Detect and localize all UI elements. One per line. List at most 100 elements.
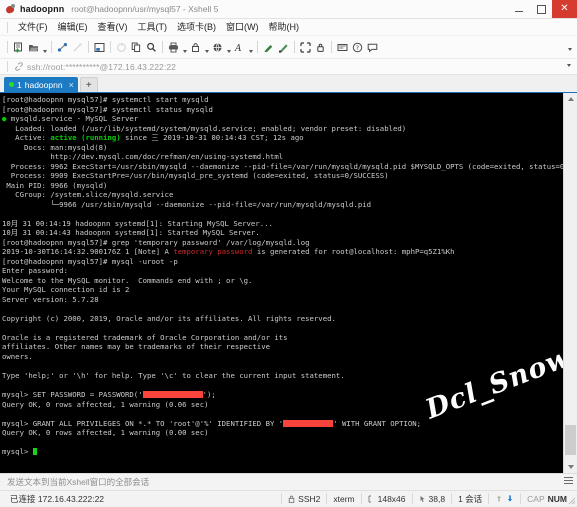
compose-bar-icon[interactable] <box>335 39 350 55</box>
toolbar-separator-4 <box>162 41 163 53</box>
scrollbar-thumb[interactable] <box>565 425 576 455</box>
terminal-text: Query OK, 0 rows affected, 1 warning (0.… <box>2 399 209 409</box>
menu-edit[interactable]: 编辑(E) <box>53 20 93 34</box>
global-icon[interactable] <box>210 39 225 55</box>
font-dropdown-icon[interactable] <box>247 37 254 57</box>
help-icon[interactable]: ? <box>350 39 365 55</box>
address-bar[interactable]: ssh://root:**********@172.16.43.222:22 <box>0 59 577 75</box>
terminal-line: 10月 31 00:14:19 hadoopnn systemd[1]: Sta… <box>2 219 563 229</box>
tab-label: hadoopnn <box>24 79 63 90</box>
terminal-text: 2019-10-30T16:14:32.900176Z 1 [Note] A <box>2 247 174 257</box>
menu-tools[interactable]: 工具(T) <box>133 20 173 34</box>
maximize-button[interactable] <box>530 0 552 18</box>
terminal-text: Copyright (c) 2000, 2019, Oracle and/or … <box>2 313 336 323</box>
print-icon[interactable] <box>166 39 181 55</box>
resize-grip[interactable] <box>568 497 576 505</box>
menu-tab[interactable]: 选项卡(B) <box>172 20 221 34</box>
terminal-text: '); <box>202 389 216 399</box>
terminal-text: Process: 9962 ExecStart=/usr/sbin/mysqld… <box>2 161 563 171</box>
terminal-text: Enter password: <box>2 266 68 276</box>
disconnect-icon <box>70 39 85 55</box>
terminal-text: Process: 9909 ExecStartPre=/usr/bin/mysq… <box>2 171 389 181</box>
svg-text:A: A <box>234 44 242 53</box>
secure-icon[interactable] <box>313 39 328 55</box>
toolbar-separator-6 <box>294 41 295 53</box>
toolbar-grip <box>7 41 8 53</box>
status-connection: 已连接 172.16.43.222:22 <box>10 493 105 504</box>
status-size: 148x46 <box>360 493 412 504</box>
menu-help[interactable]: 帮助(H) <box>264 20 305 34</box>
tab-close-icon[interactable]: × <box>69 80 74 90</box>
font-icon[interactable]: A <box>232 39 247 55</box>
menu-file[interactable]: 文件(F) <box>13 20 53 34</box>
toolbar-separator-2 <box>88 41 89 53</box>
address-input[interactable]: ssh://root:**********@172.16.43.222:22 <box>27 62 176 72</box>
status-sessions: 1 会话 <box>451 493 488 504</box>
find-icon[interactable] <box>144 39 159 55</box>
new-tab-button[interactable]: + <box>79 77 98 92</box>
open-folder-icon[interactable] <box>26 39 41 55</box>
fullscreen-icon[interactable] <box>298 39 313 55</box>
chat-icon[interactable] <box>365 39 380 55</box>
scrollbar-track[interactable] <box>564 105 577 461</box>
status-cursor-position: 38,8 <box>411 493 452 504</box>
status-cap-label: CAP <box>527 493 545 504</box>
terminal-text: CGroup: /system.slice/mysqld.service <box>2 190 174 200</box>
terminal-line: owners. <box>2 352 563 362</box>
menu-window[interactable]: 窗口(W) <box>221 20 264 34</box>
menu-view[interactable]: 查看(V) <box>93 20 133 34</box>
status-size-label: 148x46 <box>377 493 406 504</box>
terminal-line: Enter password: <box>2 266 563 276</box>
scroll-up-button[interactable] <box>564 93 577 105</box>
terminal-line: Your MySQL connection id is 2 <box>2 285 563 295</box>
reconnect-icon <box>114 39 129 55</box>
terminal-line: Server version: 5.7.28 <box>2 295 563 305</box>
redacted-password <box>283 419 334 427</box>
minimize-button[interactable] <box>508 0 530 18</box>
lock-screen-icon[interactable] <box>188 39 203 55</box>
terminal-line: Welcome to the MySQL monitor. Commands e… <box>2 276 563 286</box>
status-num-label: NUM <box>547 493 567 504</box>
window-app-name: hadoopnn <box>20 4 65 14</box>
window-controls: ✕ <box>508 0 577 18</box>
terminal-text: └─9966 /usr/sbin/mysqld --daemonize --pi… <box>2 199 372 209</box>
terminal-text: ● <box>2 114 11 124</box>
terminal-text: Docs: man:mysqld(8) <box>2 142 108 152</box>
tab-hadoopnn[interactable]: 1 hadoopnn × <box>4 77 78 92</box>
status-cap-indicator: CAP NUM <box>520 493 573 504</box>
copy-icon[interactable] <box>129 39 144 55</box>
link-icon <box>14 62 23 72</box>
terminal-text: Oracle is a registered trademark of Orac… <box>2 332 288 342</box>
terminal-line: http://dev.mysql.com/doc/refman/en/using… <box>2 152 563 162</box>
new-session-icon[interactable] <box>11 39 26 55</box>
svg-text:?: ? <box>356 44 359 52</box>
compose-input[interactable]: 发送文本到当前Xshell窗口的全部会话 <box>7 476 149 488</box>
terminal-output[interactable]: [root@hadoopnn mysql57]# systemctl start… <box>0 93 563 473</box>
compose-menu-icon[interactable] <box>564 477 573 486</box>
global-dropdown-icon[interactable] <box>225 37 232 57</box>
scroll-down-button[interactable] <box>564 461 577 473</box>
terminal-text: 10月 31 00:14:43 hadoopnn systemd[1]: Sta… <box>2 228 260 238</box>
print-dropdown-icon[interactable] <box>181 37 188 57</box>
terminal-line: mysql> <box>2 447 563 457</box>
terminal-scrollbar[interactable] <box>563 93 577 473</box>
close-icon: ✕ <box>560 3 569 14</box>
transfer-file-icon[interactable] <box>55 39 70 55</box>
open-folder-dropdown-icon[interactable] <box>41 37 48 57</box>
terminal-line: Process: 9962 ExecStart=/usr/sbin/mysqld… <box>2 162 563 172</box>
terminal-text: Type 'help;' or '\h' for help. Type '\c'… <box>2 370 345 380</box>
lock-icon <box>288 495 295 503</box>
address-dropdown-icon[interactable] <box>565 51 572 71</box>
terminal-line: Oracle is a registered trademark of Orac… <box>2 333 563 343</box>
session-manager-icon[interactable] <box>92 39 107 55</box>
compose-bar[interactable]: 发送文本到当前Xshell窗口的全部会话 <box>0 473 577 495</box>
terminal-line: Docs: man:mysqld(8) <box>2 143 563 153</box>
close-button[interactable]: ✕ <box>552 0 577 18</box>
terminal-line: Type 'help;' or '\h' for help. Type '\c'… <box>2 371 563 381</box>
highlight-icon[interactable] <box>261 39 276 55</box>
terminal-line: Main PID: 9966 (mysqld) <box>2 181 563 191</box>
lock-dropdown-icon[interactable] <box>203 37 210 57</box>
script-icon[interactable] <box>276 39 291 55</box>
window-title: root@hadoopnn/usr/mysql57 - Xshell 5 <box>71 4 219 14</box>
